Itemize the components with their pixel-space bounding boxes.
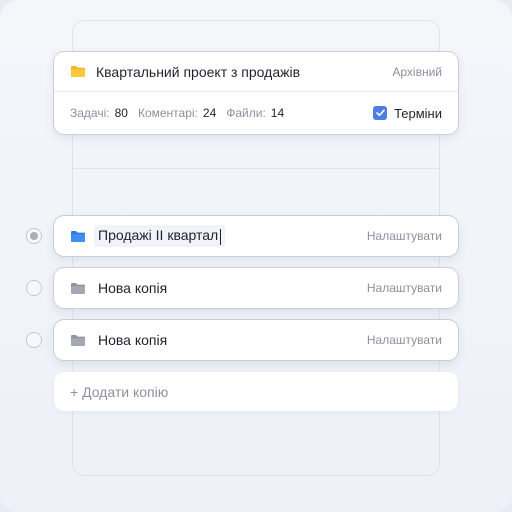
folder-icon [70, 65, 86, 78]
copy-name: Нова копія [98, 332, 168, 348]
terms-label: Терміни [394, 105, 442, 121]
folder-icon [70, 230, 86, 243]
files-count: 14 [270, 106, 285, 120]
tasks-count: 80 [114, 106, 128, 120]
copy-radio-2[interactable] [26, 280, 42, 296]
configure-link[interactable]: Налаштувати [367, 229, 442, 243]
status-badge: Архівний [392, 64, 442, 79]
text-caret [220, 228, 222, 245]
configure-link[interactable]: Налаштувати [367, 333, 442, 347]
project-card[interactable]: Квартальний проект з продажів Архівний З… [54, 52, 458, 134]
copy-row[interactable]: Продажі II квартал Налаштувати [54, 216, 458, 256]
copy-row[interactable]: Нова копія Налаштувати [54, 320, 458, 360]
folder-icon [70, 282, 86, 295]
add-copy-button[interactable]: + Додати копію [54, 372, 458, 411]
project-stats: Задачі: 80 Коментарі: 24 Файли: 14 Термі… [54, 92, 458, 134]
copy-radio-3[interactable] [26, 332, 42, 348]
copy-row[interactable]: Нова копія Налаштувати [54, 268, 458, 308]
check-icon [375, 109, 385, 117]
canvas: Квартальний проект з продажів Архівний З… [0, 0, 512, 512]
background-divider [72, 168, 440, 169]
copy-radio-1[interactable] [26, 228, 42, 244]
project-header: Квартальний проект з продажів Архівний [54, 52, 458, 92]
files-label: Файли: [226, 106, 266, 120]
comments-label: Коментарі: [137, 106, 198, 120]
project-title: Квартальний проект з продажів [96, 63, 301, 80]
copy-name: Нова копія [98, 280, 168, 296]
folder-icon [70, 334, 86, 347]
copy-name-input[interactable]: Продажі II квартал [94, 225, 226, 247]
comments-count: 24 [202, 106, 217, 120]
terms-toggle[interactable]: Терміни [373, 106, 442, 121]
terms-checkbox[interactable] [373, 106, 388, 120]
configure-link[interactable]: Налаштувати [367, 281, 442, 295]
tasks-label: Задачі: [70, 106, 110, 120]
add-copy-label: + Додати копію [70, 383, 169, 400]
